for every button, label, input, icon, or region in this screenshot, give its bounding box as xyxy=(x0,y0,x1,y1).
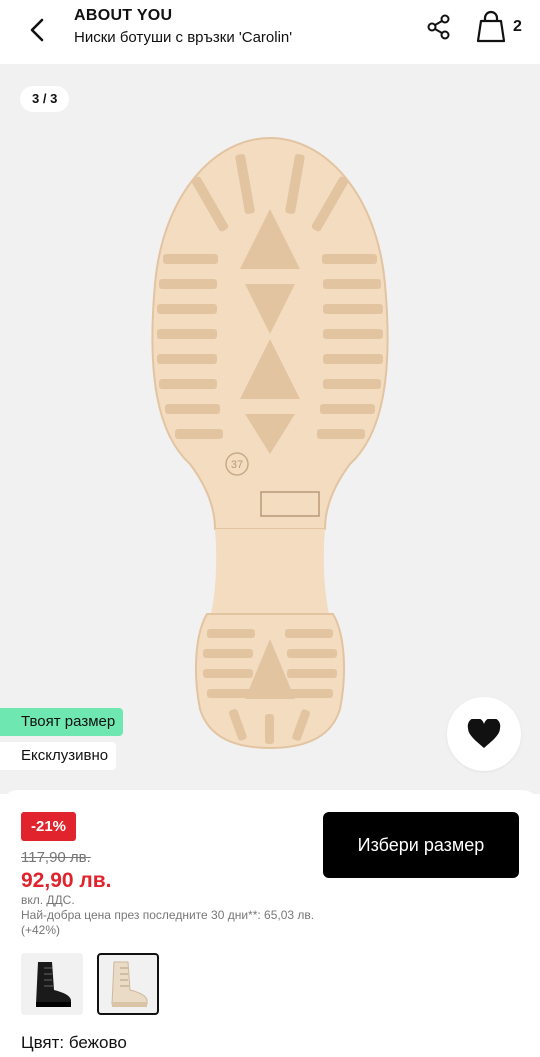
top-bar: ABOUT YOU Ниски ботуши с връзки 'Carolin… xyxy=(0,0,540,64)
sole-size-marking: 37 xyxy=(231,459,243,471)
share-button[interactable] xyxy=(424,12,454,42)
bag-item-count: 2 xyxy=(513,18,522,35)
product-image-gallery[interactable]: 3 / 3 37 Твоят размер Ексклузивно xyxy=(0,64,540,794)
variant-thumbnail-beige[interactable] xyxy=(97,953,159,1015)
variant-thumbnail-black[interactable] xyxy=(21,953,83,1015)
share-icon xyxy=(427,14,450,40)
image-counter: 3 / 3 xyxy=(20,86,70,112)
purchase-panel: -21% 117,90 лв. 92,90 лв. вкл. ДДС. Най-… xyxy=(0,790,540,1057)
black-boot-image xyxy=(36,962,71,1007)
shopping-bag-icon xyxy=(476,10,506,43)
select-size-button[interactable]: Избери размер xyxy=(323,812,519,878)
back-button[interactable] xyxy=(20,12,56,48)
original-price: 117,90 лв. xyxy=(21,849,91,866)
exclusive-badge: Ексклузивно xyxy=(0,742,117,770)
sale-price: 92,90 лв. xyxy=(21,869,112,892)
beige-boot-image xyxy=(111,961,148,1007)
vat-note: вкл. ДДС. xyxy=(21,893,75,907)
product-image-sole: 37 xyxy=(151,136,389,750)
brand-name[interactable]: ABOUT YOU xyxy=(74,7,172,25)
discount-badge: -21% xyxy=(21,812,77,841)
your-size-badge: Твоят размер xyxy=(0,708,124,736)
chevron-left-icon xyxy=(30,18,44,42)
lowest-price-note: Най-добра цена през последните 30 дни**:… xyxy=(21,908,315,937)
heart-icon xyxy=(467,719,501,748)
shopping-bag-button[interactable] xyxy=(475,10,507,44)
color-label: Цвят: бежово xyxy=(21,1033,127,1052)
wishlist-button[interactable] xyxy=(447,697,521,771)
sole-waist xyxy=(211,529,329,614)
product-title: Ниски ботуши с връзки 'Carolin' xyxy=(74,29,293,46)
